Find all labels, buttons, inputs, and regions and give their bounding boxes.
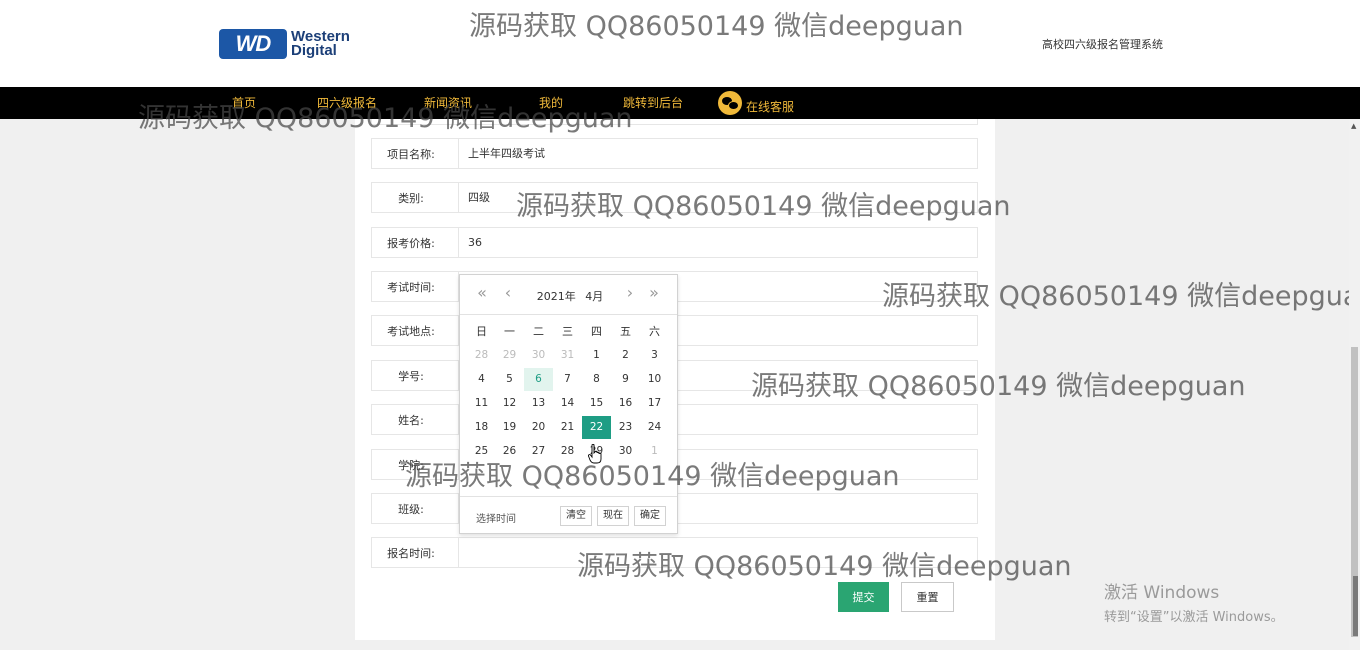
calendar-day[interactable]: 24 — [640, 416, 669, 439]
site-title: 高校四六级报名管理系统 — [1042, 38, 1163, 51]
calendar-day[interactable]: 17 — [640, 392, 669, 415]
calendar-day-outside[interactable]: 28 — [467, 344, 496, 367]
date-picker-title: 2021年 4月 — [525, 288, 615, 304]
label-registration-time: 报名时间: — [371, 537, 459, 568]
calendar-day[interactable]: 18 — [467, 416, 496, 439]
label-project-name: 项目名称: — [371, 138, 459, 169]
calendar-day[interactable]: 21 — [553, 416, 582, 439]
select-time-toggle[interactable]: 选择时间 — [476, 510, 516, 525]
calendar-day[interactable]: 26 — [495, 440, 524, 463]
calendar-day[interactable]: 30 — [611, 440, 640, 463]
scroll-thumb-edge — [1353, 576, 1358, 636]
calendar-day[interactable]: 12 — [495, 392, 524, 415]
calendar-day[interactable]: 20 — [524, 416, 553, 439]
weekday-label: 六 — [649, 325, 660, 338]
calendar-day-outside[interactable]: 1 — [640, 440, 669, 463]
label-price: 报考价格: — [371, 227, 459, 258]
label-student-id: 学号: — [371, 360, 459, 391]
calendar-day[interactable]: 5 — [495, 368, 524, 391]
site-header: WD Western Digital 高校四六级报名管理系统 — [0, 0, 1360, 87]
label-exam-time: 考试时间: — [371, 271, 459, 302]
calendar-day[interactable]: 9 — [611, 368, 640, 391]
price-field[interactable]: 36 — [458, 227, 978, 258]
calendar-day[interactable]: 22 — [582, 416, 611, 439]
weekday-label: 二 — [533, 325, 544, 338]
label-category: 类别: — [371, 182, 459, 213]
windows-activation-notice: 激活 Windows 转到“设置”以激活 Windows。 — [1104, 578, 1284, 625]
calendar-day[interactable]: 19 — [495, 416, 524, 439]
calendar-day[interactable]: 3 — [640, 344, 669, 367]
clear-date-button[interactable]: 清空 — [560, 506, 592, 526]
prev-year-icon[interactable]: « — [472, 283, 492, 302]
hand-pointer-cursor — [588, 444, 602, 464]
next-month-icon[interactable]: › — [620, 283, 640, 302]
calendar-day[interactable]: 8 — [582, 368, 611, 391]
logo-mark: WD — [219, 29, 287, 59]
date-picker-header: « ‹ 2021年 4月 › » — [460, 275, 677, 315]
reset-button[interactable]: 重置 — [901, 582, 954, 612]
weekday-label: 四 — [591, 325, 602, 338]
calendar-day[interactable]: 14 — [553, 392, 582, 415]
activation-title: 激活 Windows — [1104, 583, 1220, 603]
nav-cet-registration[interactable]: 四六级报名 — [317, 87, 377, 119]
calendar-day[interactable]: 4 — [467, 368, 496, 391]
logo-line2: Digital — [291, 42, 337, 59]
prev-month-icon[interactable]: ‹ — [498, 283, 518, 302]
calendar-day[interactable]: 25 — [467, 440, 496, 463]
activation-subtitle: 转到“设置”以激活 Windows。 — [1104, 610, 1284, 625]
calendar-day[interactable]: 11 — [467, 392, 496, 415]
form-row-partial — [371, 119, 978, 125]
label-exam-location: 考试地点: — [371, 315, 459, 346]
registration-time-field[interactable] — [458, 537, 978, 568]
nav-home[interactable]: 首页 — [232, 87, 256, 119]
logo-wordmark: Western Digital — [291, 29, 350, 59]
project-name-field[interactable]: 上半年四级考试 — [458, 138, 978, 169]
nav-mine[interactable]: 我的 — [539, 87, 563, 119]
label-college: 学院: — [371, 449, 459, 480]
weekday-label: 五 — [620, 325, 631, 338]
calendar-day[interactable]: 7 — [553, 368, 582, 391]
site-logo[interactable]: WD Western Digital — [219, 29, 350, 59]
year-selector[interactable]: 2021年 — [537, 290, 576, 303]
date-picker: « ‹ 2021年 4月 › » 日一二三四五六 28 29 30 31 1 2 3 4 5 6 7 8… — [459, 274, 678, 534]
date-picker-footer: 选择时间 清空 现在 确定 — [460, 496, 677, 533]
calendar-day-outside[interactable]: 31 — [553, 344, 582, 367]
weekday-label: 三 — [562, 325, 573, 338]
scroll-up-icon[interactable]: ▲ — [1351, 122, 1356, 130]
weekday-label: 日 — [476, 325, 487, 338]
calendar-day[interactable]: 6 — [524, 368, 553, 391]
calendar-day-outside[interactable]: 29 — [495, 344, 524, 367]
next-year-icon[interactable]: » — [644, 283, 664, 302]
calendar-day[interactable]: 1 — [582, 344, 611, 367]
nav-news[interactable]: 新闻资讯 — [424, 87, 472, 119]
month-selector[interactable]: 4月 — [585, 290, 603, 303]
calendar-day[interactable]: 10 — [640, 368, 669, 391]
weekday-label: 一 — [504, 325, 515, 338]
now-button[interactable]: 现在 — [597, 506, 629, 526]
calendar-day[interactable]: 23 — [611, 416, 640, 439]
submit-button[interactable]: 提交 — [838, 582, 889, 612]
calendar-day[interactable]: 13 — [524, 392, 553, 415]
calendar-day[interactable]: 16 — [611, 392, 640, 415]
label-class: 班级: — [371, 493, 459, 524]
calendar-day[interactable]: 27 — [524, 440, 553, 463]
confirm-date-button[interactable]: 确定 — [634, 506, 666, 526]
calendar-day-outside[interactable]: 30 — [524, 344, 553, 367]
calendar-day[interactable]: 15 — [582, 392, 611, 415]
label-name: 姓名: — [371, 404, 459, 435]
calendar-day[interactable]: 2 — [611, 344, 640, 367]
wechat-icon[interactable] — [718, 91, 742, 115]
page-scrollbar[interactable]: ▲ — [1349, 119, 1360, 650]
category-field[interactable]: 四级 — [458, 182, 978, 213]
calendar-day[interactable]: 28 — [553, 440, 582, 463]
nav-admin[interactable]: 跳转到后台 — [623, 87, 683, 119]
